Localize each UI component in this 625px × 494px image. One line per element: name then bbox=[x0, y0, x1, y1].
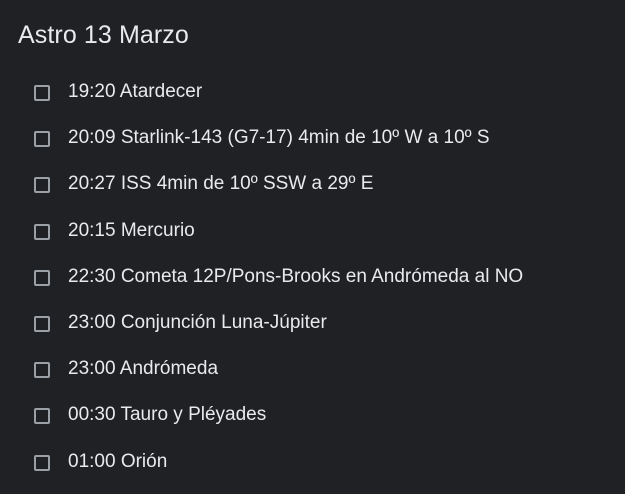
list-item: 01:00 Orión bbox=[0, 440, 625, 486]
checkbox-unchecked-icon[interactable] bbox=[34, 177, 50, 194]
note-title[interactable]: Astro 13 Marzo bbox=[18, 18, 189, 52]
list-item-text[interactable]: 20:15 Mercurio bbox=[68, 218, 195, 244]
checkbox-unchecked-icon[interactable] bbox=[34, 408, 50, 425]
list-item-text[interactable]: 23:00 Andrómeda bbox=[68, 356, 218, 382]
list-item: 20:09 Starlink-143 (G7-17) 4min de 10º W… bbox=[0, 116, 625, 162]
list-item-text[interactable]: 22:30 Cometa 12P/Pons-Brooks en Andrómed… bbox=[68, 264, 523, 290]
checkbox-unchecked-icon[interactable] bbox=[34, 131, 50, 148]
checkbox-unchecked-icon[interactable] bbox=[34, 269, 50, 286]
list-item: 23:00 Conjunción Luna-Júpiter bbox=[0, 301, 625, 347]
list-item: 19:20 Atardecer bbox=[0, 70, 625, 116]
list-item: 20:27 ISS 4min de 10º SSW a 29º E bbox=[0, 162, 625, 208]
list-item-text[interactable]: 20:27 ISS 4min de 10º SSW a 29º E bbox=[68, 171, 373, 197]
list-item: 00:30 Tauro y Pléyades bbox=[0, 393, 625, 439]
checkbox-unchecked-icon[interactable] bbox=[34, 362, 50, 379]
checkbox-unchecked-icon[interactable] bbox=[34, 316, 50, 333]
note-card: Astro 13 Marzo 19:20 Atardecer 20:09 Sta… bbox=[0, 0, 625, 494]
list-item-text[interactable]: 19:20 Atardecer bbox=[68, 79, 202, 105]
list-item-text[interactable]: 01:00 Orión bbox=[68, 449, 167, 475]
list-item: 22:30 Cometa 12P/Pons-Brooks en Andrómed… bbox=[0, 255, 625, 301]
checkbox-unchecked-icon[interactable] bbox=[34, 454, 50, 471]
checklist: 19:20 Atardecer 20:09 Starlink-143 (G7-1… bbox=[0, 70, 625, 486]
checkbox-unchecked-icon[interactable] bbox=[34, 85, 50, 102]
list-item-text[interactable]: 23:00 Conjunción Luna-Júpiter bbox=[68, 310, 327, 336]
list-item: 23:00 Andrómeda bbox=[0, 347, 625, 393]
checkbox-unchecked-icon[interactable] bbox=[34, 223, 50, 240]
list-item: 20:15 Mercurio bbox=[0, 209, 625, 255]
list-item-text[interactable]: 20:09 Starlink-143 (G7-17) 4min de 10º W… bbox=[68, 125, 490, 151]
list-item-text[interactable]: 00:30 Tauro y Pléyades bbox=[68, 402, 266, 428]
